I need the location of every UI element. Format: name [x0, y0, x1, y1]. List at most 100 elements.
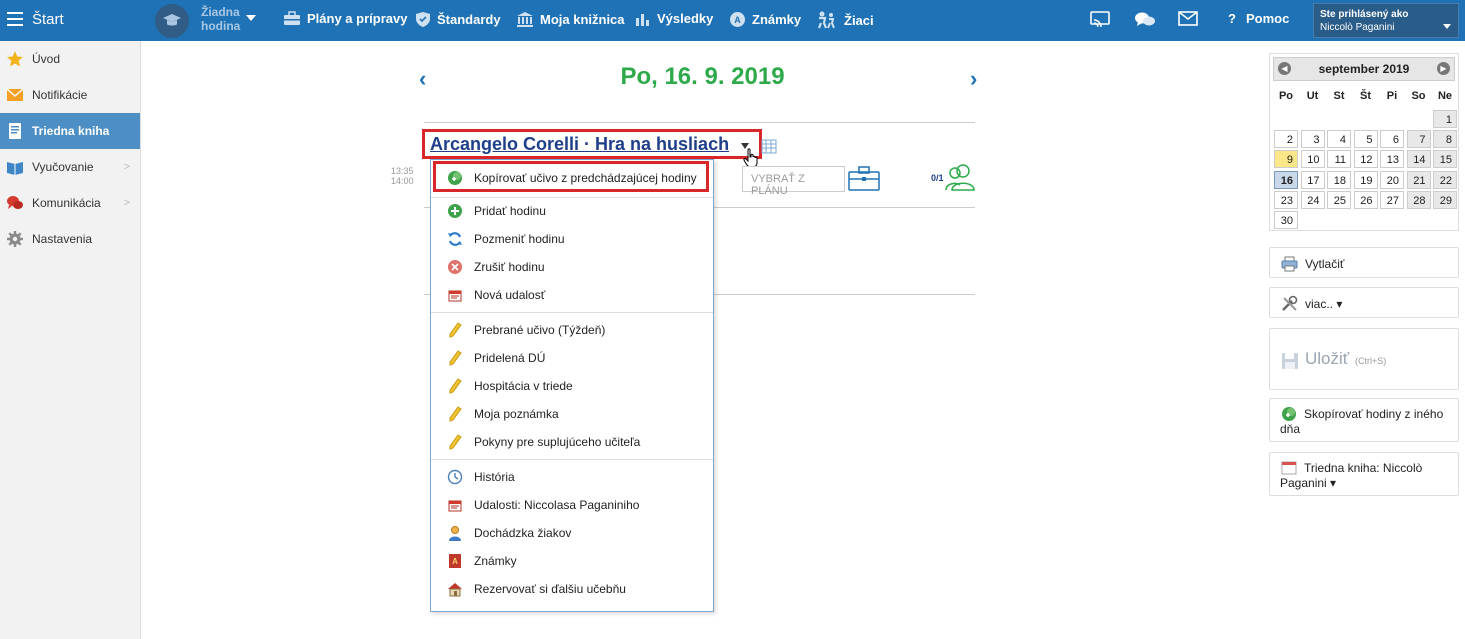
- menu-item-label: Pridelená DÚ: [474, 351, 546, 365]
- sidebar-item-class-book[interactable]: Triedna kniha: [0, 113, 140, 149]
- chevron-down-icon[interactable]: [246, 15, 256, 21]
- hamburger-menu-icon[interactable]: [7, 12, 23, 26]
- copy-lessons-from-other-day-button[interactable]: Skopírovať hodiny z iného dňa: [1269, 398, 1459, 442]
- user-menu[interactable]: Ste prihlásený ako Niccolò Paganini: [1313, 3, 1459, 38]
- sidebar-item-settings[interactable]: Nastavenia: [0, 221, 140, 257]
- calendar-day[interactable]: 19: [1353, 170, 1378, 189]
- grid-icon[interactable]: [761, 139, 777, 154]
- print-button[interactable]: Vytlačiť: [1269, 247, 1459, 278]
- calendar-day[interactable]: 16: [1274, 170, 1298, 189]
- calendar-day[interactable]: 4: [1327, 130, 1351, 149]
- next-month-button[interactable]: ▶: [1437, 62, 1450, 75]
- graduation-cap-icon[interactable]: [155, 4, 189, 38]
- menu-item-attendance[interactable]: Dochádzka žiakov: [431, 520, 713, 546]
- calendar-day[interactable]: 7: [1406, 130, 1431, 149]
- calendar-day[interactable]: 15: [1433, 150, 1457, 169]
- sidebar-item-home[interactable]: Úvod: [0, 41, 140, 77]
- chat-bubbles-icon[interactable]: [1134, 11, 1156, 29]
- menu-item-my-note[interactable]: Moja poznámka: [431, 401, 713, 427]
- menu-item-teacher-events[interactable]: Udalosti: Niccolasa Paganiniho: [431, 492, 713, 518]
- calendar-day[interactable]: 23: [1274, 190, 1298, 209]
- next-day-button[interactable]: ›: [970, 66, 977, 92]
- menu-item-new-event[interactable]: Nová udalosť: [431, 282, 713, 308]
- mail-icon[interactable]: [1178, 11, 1198, 26]
- nav-results-label: Výsledky: [657, 11, 714, 26]
- refresh-icon: [448, 232, 462, 246]
- menu-item-substitute-instructions[interactable]: Pokyny pre suplujúceho učiteľa: [431, 429, 713, 455]
- lesson-title-link[interactable]: Arcangelo Corelli · Hra na husliach: [430, 134, 729, 155]
- calendar-day[interactable]: 1: [1433, 110, 1457, 128]
- help-link[interactable]: ? Pomoc: [1228, 11, 1289, 26]
- lesson-selector[interactable]: Žiadna hodina: [201, 5, 240, 33]
- calendar-day[interactable]: 2: [1274, 130, 1298, 149]
- calendar-day[interactable]: 21: [1406, 170, 1431, 189]
- menu-item-covered-topics[interactable]: Prebrané učivo (Týždeň): [431, 317, 713, 343]
- menu-item-grades[interactable]: A Známky: [431, 548, 713, 574]
- cast-screen-icon[interactable]: [1090, 11, 1110, 28]
- save-button[interactable]: Uložiť (Ctrl+S): [1269, 328, 1459, 390]
- menu-item-class-observation[interactable]: Hospitácia v triede: [431, 373, 713, 399]
- previous-month-button[interactable]: ◀: [1278, 62, 1291, 75]
- calendar-day[interactable]: 25: [1327, 190, 1351, 209]
- calendar-day[interactable]: 11: [1327, 150, 1351, 169]
- calendar-day[interactable]: 12: [1353, 150, 1378, 169]
- book-icon: [9, 123, 21, 139]
- calendar-day[interactable]: 26: [1353, 190, 1378, 209]
- pencil-icon: [449, 378, 462, 394]
- calendar-day[interactable]: 5: [1353, 130, 1378, 149]
- start-link[interactable]: Štart: [32, 11, 64, 28]
- calendar-day[interactable]: 10: [1300, 150, 1325, 169]
- calendar-weekday: Po: [1278, 90, 1294, 102]
- calendar-day[interactable]: 27: [1380, 190, 1404, 209]
- calendar-day[interactable]: 24: [1300, 190, 1325, 209]
- calendar-day[interactable]: 28: [1406, 190, 1431, 209]
- calendar-day[interactable]: 13: [1380, 150, 1404, 169]
- menu-item-label: Prebrané učivo (Týždeň): [474, 323, 606, 337]
- sidebar-item-teaching[interactable]: Vyučovanie >: [0, 149, 140, 185]
- nav-library[interactable]: Moja knižnica: [516, 11, 625, 27]
- calendar-day[interactable]: 8: [1433, 130, 1457, 149]
- calendar-day[interactable]: 30: [1274, 211, 1298, 229]
- calendar-weekday: Ne: [1437, 90, 1453, 102]
- nav-standards[interactable]: Štandardy: [415, 11, 501, 28]
- calendar-day[interactable]: 29: [1433, 190, 1457, 209]
- briefcase-icon[interactable]: [848, 166, 880, 191]
- sidebar: Úvod Notifikácie Triedna kniha Vyučovani…: [0, 41, 141, 639]
- class-book-selector[interactable]: Triedna kniha: Niccolò Paganini ▾: [1269, 452, 1459, 496]
- hand-cursor-icon: [743, 148, 758, 168]
- calendar-header: ◀ september 2019 ▶: [1273, 57, 1455, 81]
- user-menu-name: Niccolò Paganini: [1320, 22, 1395, 33]
- date-title: Po, 16. 9. 2019: [620, 63, 785, 90]
- nav-students[interactable]: Žiaci: [816, 11, 874, 29]
- menu-item-homework[interactable]: Pridelená DÚ: [431, 345, 713, 371]
- student-count: 0/1: [931, 173, 944, 183]
- menu-item-cancel-lesson[interactable]: Zrušiť hodinu: [431, 254, 713, 280]
- previous-day-button[interactable]: ‹: [419, 66, 426, 92]
- chat-icon: [7, 196, 23, 209]
- cancel-icon: [448, 260, 462, 274]
- students-icon[interactable]: [945, 163, 975, 191]
- calendar-day[interactable]: 20: [1380, 170, 1404, 189]
- menu-item-label: Nová udalosť: [474, 288, 546, 302]
- nav-grades[interactable]: A Známky: [729, 11, 801, 28]
- calendar-day[interactable]: 3: [1300, 130, 1325, 149]
- calendar-day[interactable]: 17: [1300, 170, 1325, 189]
- calendar-day[interactable]: 9: [1274, 150, 1298, 169]
- pencil-icon: [449, 350, 462, 366]
- sidebar-item-notifications[interactable]: Notifikácie: [0, 77, 140, 113]
- menu-item-history[interactable]: História: [431, 464, 713, 490]
- sidebar-item-communication[interactable]: Komunikácia >: [0, 185, 140, 221]
- calendar-day[interactable]: 14: [1406, 150, 1431, 169]
- nav-plans[interactable]: Plány a prípravy: [283, 11, 407, 26]
- pencil-icon: [449, 322, 462, 338]
- nav-results[interactable]: Výsledky: [635, 11, 713, 26]
- menu-item-reserve-room[interactable]: Rezervovať si ďalšiu učebňu: [431, 576, 713, 602]
- calendar-day[interactable]: 18: [1327, 170, 1351, 189]
- menu-item-modify-lesson[interactable]: Pozmeniť hodinu: [431, 226, 713, 252]
- more-button[interactable]: viac.. ▾: [1269, 287, 1459, 318]
- sidebar-item-label: Triedna kniha: [32, 124, 110, 138]
- menu-item-add-lesson[interactable]: Pridať hodinu: [431, 198, 713, 224]
- calendar-day[interactable]: 6: [1380, 130, 1404, 149]
- choose-from-plan-button[interactable]: VYBRAŤ Z PLÁNU: [742, 166, 845, 197]
- calendar-day[interactable]: 22: [1433, 170, 1457, 189]
